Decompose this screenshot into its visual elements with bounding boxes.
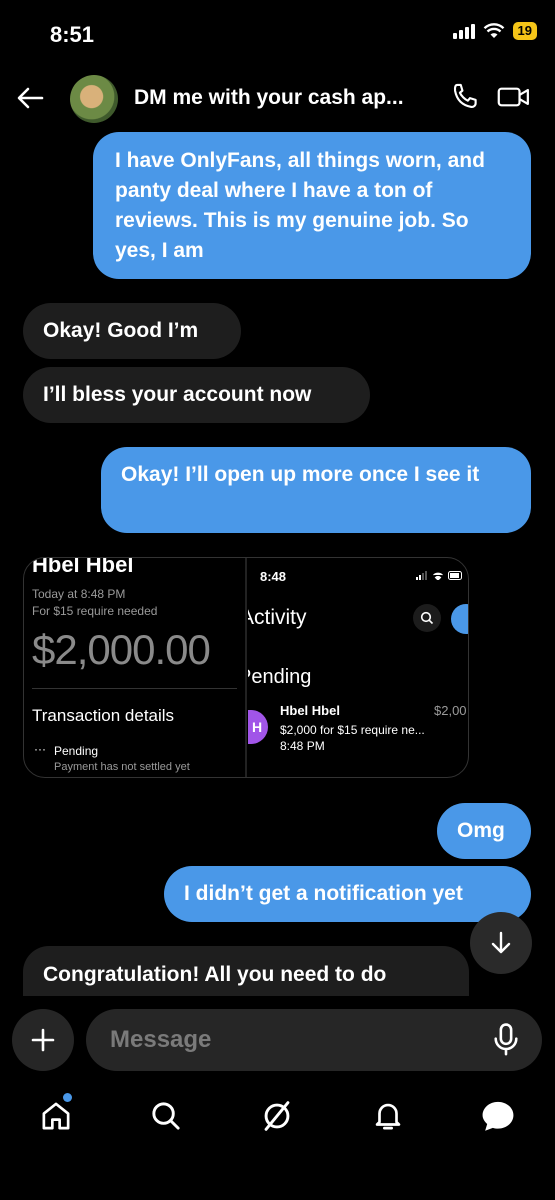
inner-status-icons — [412, 570, 464, 580]
phone-icon — [453, 83, 477, 109]
message-input[interactable]: Message — [86, 1009, 542, 1071]
activity-heading: Activity — [248, 606, 307, 629]
nav-home[interactable] — [36, 1096, 76, 1136]
inner-profile-button — [451, 604, 468, 634]
nav-search[interactable] — [146, 1096, 186, 1136]
nav-messages[interactable] — [478, 1096, 518, 1136]
transaction-note: For $15 require needed — [32, 604, 158, 618]
battery-indicator: 19 — [512, 22, 537, 40]
message-bubble-outgoing[interactable]: I didn’t get a notification yet — [164, 866, 531, 922]
payer-avatar: H — [248, 710, 268, 744]
sender-name: Hbel Hbel — [32, 558, 134, 577]
nav-grok[interactable] — [257, 1096, 297, 1136]
notification-dot — [63, 1093, 72, 1102]
payment-amount: $2,00 — [434, 703, 467, 718]
status-icons: 19 — [452, 22, 537, 40]
message-bubble-outgoing[interactable]: Omg — [437, 803, 531, 859]
wifi-icon — [483, 23, 504, 38]
conversation-avatar[interactable] — [70, 75, 118, 123]
inner-status-time: 8:48 — [260, 569, 287, 584]
mic-icon — [494, 1023, 518, 1056]
add-attachment-button[interactable] — [12, 1009, 74, 1071]
transaction-amount: $2,000.00 — [32, 626, 211, 673]
messages-icon — [482, 1101, 514, 1131]
video-icon — [497, 87, 529, 107]
voice-message-button[interactable] — [490, 1022, 522, 1063]
message-placeholder: Message — [110, 1026, 212, 1053]
status-time: 8:51 — [50, 22, 95, 47]
status-label: Pending — [54, 744, 99, 758]
payment-time: 8:48 PM — [280, 739, 325, 753]
status-note: Payment has not settled yet — [54, 761, 190, 773]
home-icon — [42, 1102, 70, 1130]
video-call-button[interactable] — [496, 80, 532, 119]
search-icon — [152, 1102, 180, 1130]
payer-name: Hbel Hbel — [280, 703, 340, 718]
divider — [32, 688, 237, 689]
back-button[interactable] — [12, 80, 48, 116]
bell-icon — [375, 1103, 401, 1130]
message-bubble-incoming[interactable]: Okay! Good I’m — [23, 303, 241, 359]
message-bubble-incoming[interactable]: I’ll bless your account now — [23, 367, 370, 423]
back-arrow-icon — [17, 87, 44, 109]
conversation-title[interactable]: DM me with your cash ap... — [134, 86, 434, 110]
message-bubble-outgoing[interactable]: Okay! I’ll open up more once I see it — [101, 447, 531, 533]
screenshot-activity[interactable]: 8:48 Activity Pending H Hbel Hbel $2,00 … — [248, 558, 468, 777]
payment-description: $2,000 for $15 require ne... — [280, 723, 425, 737]
image-attachment[interactable]: Hbel Hbel Today at 8:48 PM For $15 requi… — [23, 557, 469, 778]
nav-notifications[interactable] — [368, 1096, 408, 1136]
scroll-to-bottom-button[interactable] — [470, 912, 532, 974]
search-icon — [420, 611, 434, 625]
arrow-down-icon — [491, 931, 511, 954]
transaction-date: Today at 8:48 PM — [32, 587, 126, 601]
pending-heading: Pending — [248, 666, 312, 688]
ellipsis-icon: ··· — [34, 742, 46, 756]
inner-search-button — [413, 604, 441, 632]
call-button[interactable] — [448, 80, 482, 119]
signal-icon — [452, 23, 475, 39]
plus-icon — [31, 1028, 55, 1052]
message-bubble-outgoing[interactable]: I have OnlyFans, all things worn, and pa… — [93, 132, 531, 279]
section-heading: Transaction details — [32, 706, 175, 725]
screenshot-transaction[interactable]: Hbel Hbel Today at 8:48 PM For $15 requi… — [24, 558, 247, 777]
grok-icon — [264, 1101, 290, 1131]
